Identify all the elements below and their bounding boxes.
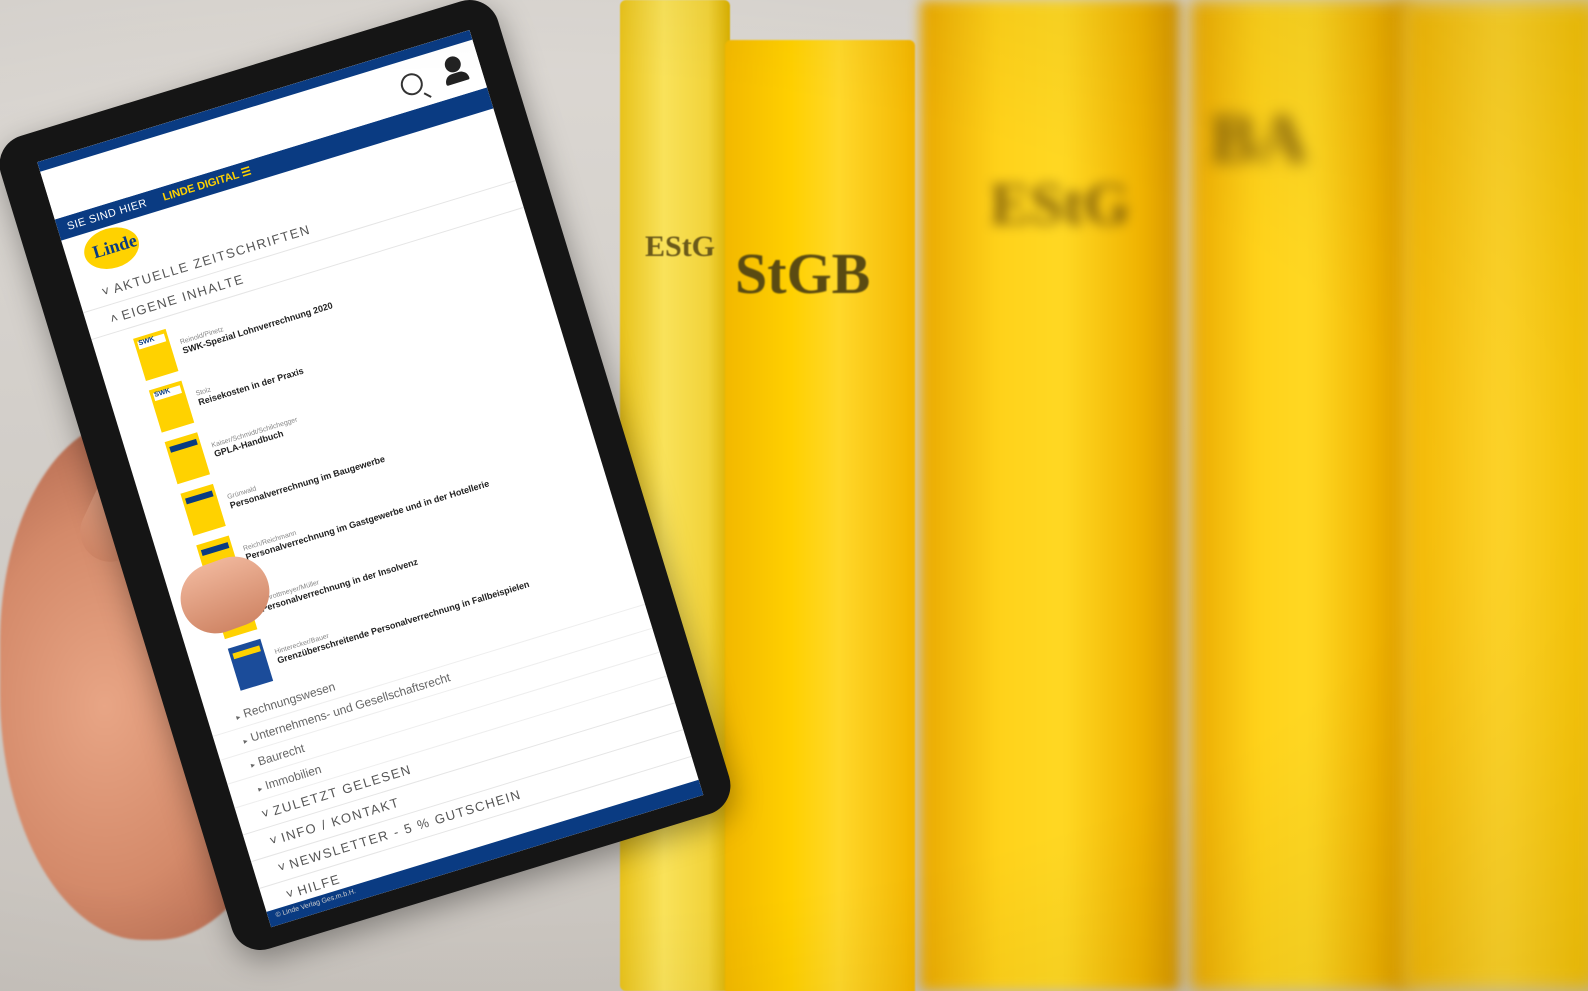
book-cover: SWK	[148, 380, 195, 433]
logo-text: Linde	[90, 230, 140, 263]
binder-spine-label: EStG	[990, 171, 1131, 237]
book-cover	[164, 432, 211, 485]
caret-right-icon: ▸	[235, 712, 242, 723]
caret-right-icon: ▸	[242, 736, 249, 746]
tablet-screen: SIE SIND HIER LINDE DIGITAL ☰ Linde ˅AKT…	[37, 30, 704, 928]
binder-spine-label: StGB	[735, 241, 871, 306]
search-icon[interactable]	[398, 70, 426, 98]
tablet-device: SIE SIND HIER LINDE DIGITAL ☰ Linde ˅AKT…	[0, 0, 750, 991]
user-icon[interactable]	[442, 54, 463, 75]
book-cover	[180, 483, 226, 536]
chevron-down-icon: ˅	[275, 858, 290, 876]
chevron-down-icon: ˅	[284, 885, 298, 903]
photo-scene: EStG StGB EStG BA SIE SIND HIER LINDE DI…	[0, 0, 1588, 991]
book-cover: SWK	[133, 328, 179, 381]
binder: EStG	[920, 0, 1180, 991]
chevron-down-icon: ˅	[267, 831, 281, 849]
binder: StGB	[725, 40, 915, 991]
caret-right-icon: ▸	[249, 760, 257, 770]
chevron-up-icon: ˄	[108, 309, 122, 327]
binder	[1400, 0, 1588, 991]
binder-spine-label: BA	[1210, 101, 1308, 178]
tablet-frame: SIE SIND HIER LINDE DIGITAL ☰ Linde ˅AKT…	[0, 0, 738, 958]
chevron-down-icon: ˅	[259, 804, 273, 822]
chevron-down-icon: ˅	[99, 282, 114, 300]
caret-right-icon: ▸	[256, 783, 264, 794]
book-cover	[227, 638, 274, 691]
binder: BA	[1190, 0, 1410, 991]
